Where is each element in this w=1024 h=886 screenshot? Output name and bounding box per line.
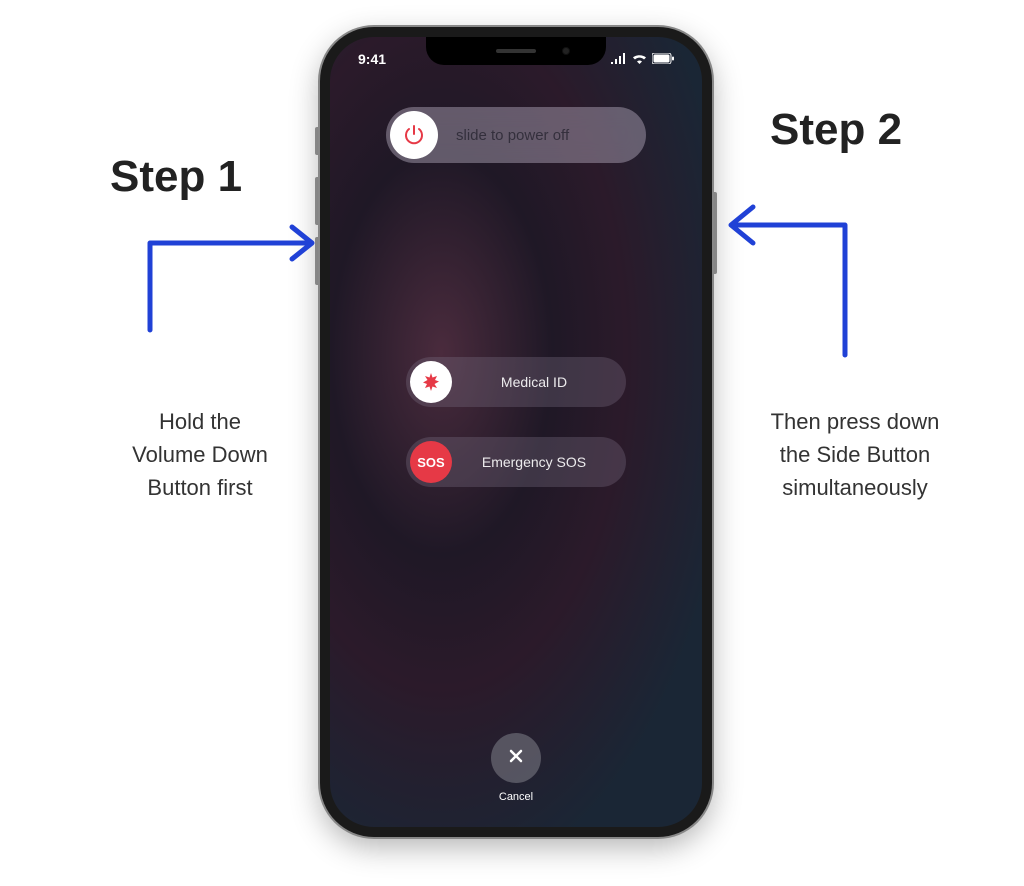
phone-notch <box>426 37 606 65</box>
power-off-slider[interactable]: slide to power off <box>386 107 646 163</box>
phone-mockup: 9:41 <box>320 27 712 837</box>
phone-screen: 9:41 <box>330 37 702 827</box>
step2-title: Step 2 <box>770 105 902 155</box>
signal-icon <box>611 51 627 67</box>
power-off-label: slide to power off <box>456 127 642 144</box>
side-button[interactable] <box>712 192 717 274</box>
medical-id-slider[interactable]: Medical ID <box>406 357 626 407</box>
step1-title: Step 1 <box>110 152 242 202</box>
close-icon <box>506 746 526 771</box>
emergency-sos-label: Emergency SOS <box>466 454 622 470</box>
sos-badge: SOS <box>410 441 452 483</box>
arrow-step1 <box>140 215 320 335</box>
step2-text: Then press down the Side Button simultan… <box>750 405 960 504</box>
wifi-icon <box>632 51 647 67</box>
cancel-button[interactable] <box>491 733 541 783</box>
power-icon <box>390 111 438 159</box>
medical-id-label: Medical ID <box>466 374 622 390</box>
emergency-sos-slider[interactable]: SOS Emergency SOS <box>406 437 626 487</box>
medical-icon <box>410 361 452 403</box>
cancel-label: Cancel <box>491 791 541 803</box>
status-time: 9:41 <box>358 51 386 67</box>
battery-icon <box>652 51 674 67</box>
arrow-step2 <box>725 175 865 365</box>
step1-text: Hold the Volume Down Button first <box>100 405 300 504</box>
